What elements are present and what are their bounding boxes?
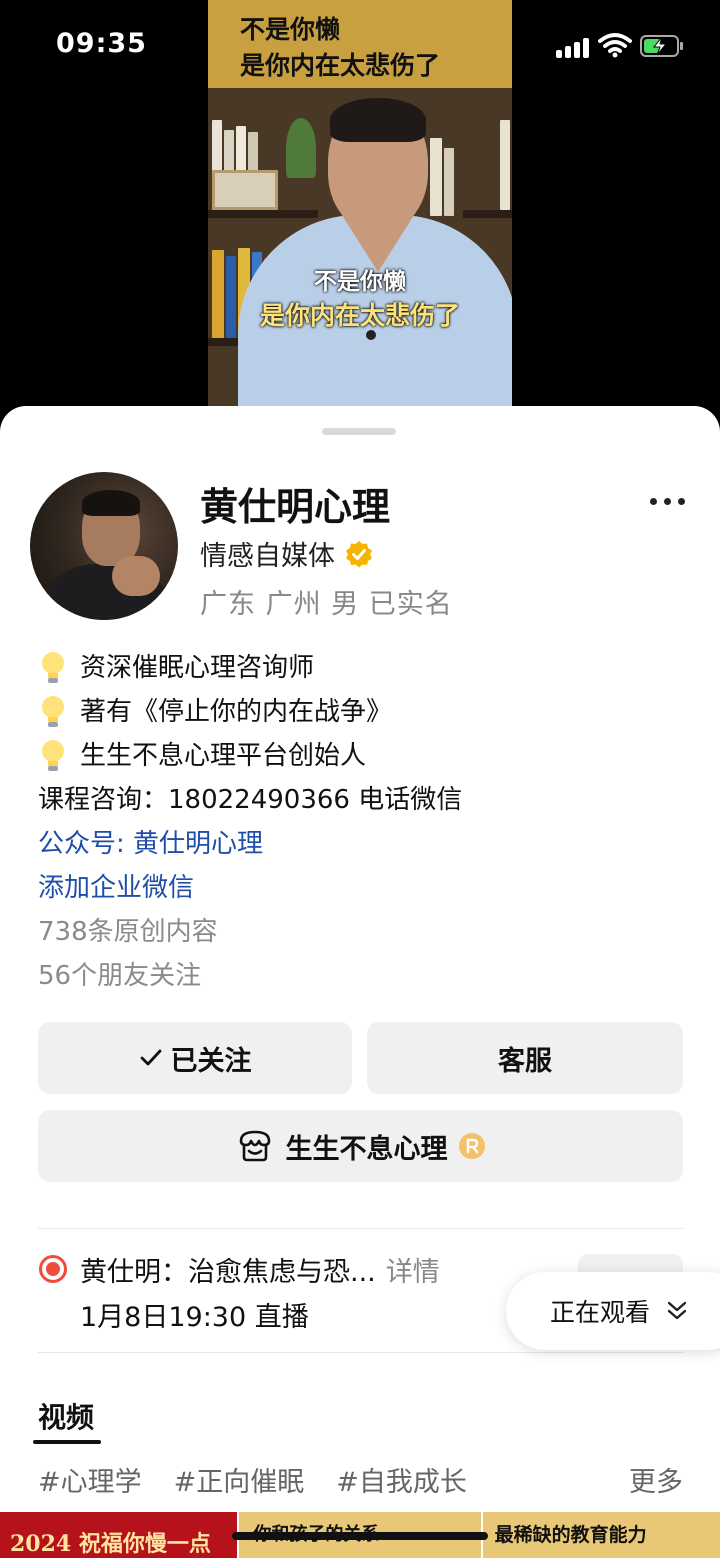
shop-button[interactable]: 生生不息心理: [38, 1110, 683, 1182]
category-label: 情感自媒体: [200, 541, 335, 572]
live-detail-link[interactable]: 详情: [386, 1257, 440, 1288]
tag-item[interactable]: #正向催眠: [174, 1460, 305, 1499]
add-wecom-link[interactable]: 添加企业微信: [38, 866, 688, 910]
photo-frame: [212, 170, 278, 210]
profile-location: 广东 广州 男 已实名: [200, 589, 453, 620]
more-tags-button[interactable]: 更多: [629, 1460, 683, 1499]
sheet-grabber[interactable]: [322, 428, 396, 435]
divider: [38, 1352, 683, 1353]
customer-service-button[interactable]: 客服: [367, 1022, 683, 1094]
lightbulb-icon: [42, 696, 64, 727]
profile-name: 黄仕明心理: [200, 485, 391, 529]
live-record-icon: [39, 1255, 67, 1283]
live-event-title[interactable]: 黄仕明：治愈焦虑与恐... 详情: [80, 1250, 440, 1289]
shop-button-label: 生生不息心理: [285, 1133, 448, 1165]
bio-line: 著有《停止你的内在战争》: [38, 690, 688, 734]
wifi-icon: [598, 33, 632, 58]
divider: [38, 1228, 683, 1229]
official-account-link[interactable]: 公众号: 黄仕明心理: [38, 822, 688, 866]
profile-bio: 资深催眠心理咨询师 著有《停止你的内在战争》 生生不息心理平台创始人 课程咨询：…: [38, 646, 688, 998]
video-subtitle-line1: 不是你懒: [314, 268, 406, 295]
now-watching-label: 正在观看: [550, 1298, 651, 1327]
video-subtitle-line2: 是你内在太悲伤了: [259, 301, 460, 330]
more-options-icon[interactable]: [646, 494, 690, 508]
live-event-time: 1月8日19:30 直播: [80, 1302, 309, 1333]
status-time: 09:35: [56, 28, 147, 59]
consult-contact: 课程咨询：18022490366 电话微信: [38, 785, 463, 815]
tab-videos[interactable]: 视频: [38, 1396, 94, 1436]
shop-level-badge-icon: [458, 1133, 485, 1159]
now-watching-pill[interactable]: 正在观看: [506, 1272, 720, 1350]
status-bar: 09:35: [0, 0, 720, 90]
shop-icon: [239, 1130, 270, 1162]
cellular-signal-icon: [556, 36, 590, 58]
double-chevron-down-icon: [667, 1301, 687, 1320]
checkmark-icon: [140, 1049, 161, 1066]
verified-badge-icon[interactable]: [345, 540, 373, 568]
bio-line: 资深催眠心理咨询师: [38, 646, 688, 690]
friends-follow-count[interactable]: 56个朋友关注: [38, 954, 688, 998]
home-indicator[interactable]: [232, 1532, 488, 1540]
topic-tags: #心理学 #正向催眠 #自我成长 更多: [38, 1460, 683, 1499]
battery-charging-icon: [640, 35, 683, 57]
plant: [286, 118, 316, 178]
following-button-label: 已关注: [170, 1045, 252, 1077]
video-thumbnail[interactable]: 最稀缺的教育能力: [482, 1512, 720, 1558]
profile-category: 情感自媒体: [200, 534, 373, 573]
lightbulb-icon: [42, 740, 64, 771]
video-thumbnail[interactable]: 2024 祝福你慢一点: [0, 1512, 238, 1558]
following-button[interactable]: 已关注: [38, 1022, 352, 1094]
customer-service-label: 客服: [498, 1045, 552, 1077]
tab-active-indicator: [33, 1440, 101, 1444]
profile-sheet: 黄仕明心理 情感自媒体 广东 广州 男 已实名 资深催眠心理咨询师 著有《停止你…: [0, 406, 720, 1558]
tag-item[interactable]: #心理学: [38, 1460, 142, 1499]
avatar[interactable]: [30, 472, 178, 620]
lightbulb-icon: [42, 652, 64, 683]
live-title-text: 黄仕明：治愈焦虑与恐...: [80, 1257, 376, 1288]
bio-line: 生生不息心理平台创始人: [38, 734, 688, 778]
tag-item[interactable]: #自我成长: [336, 1460, 467, 1499]
original-content-count[interactable]: 738条原创内容: [38, 910, 688, 954]
